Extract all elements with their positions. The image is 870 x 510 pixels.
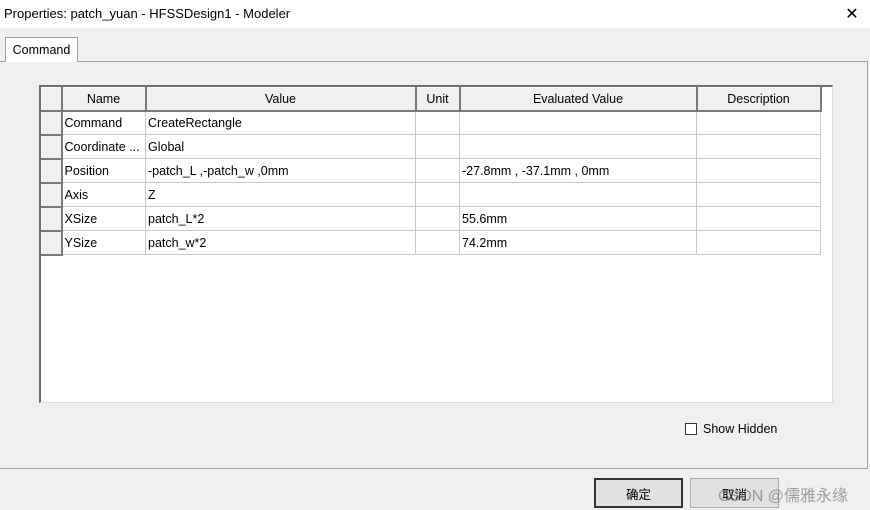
cell-value[interactable]: CreateRectangle: [145, 110, 416, 135]
cell-unit[interactable]: [415, 230, 460, 255]
cell-evaluated: -27.8mm , -37.1mm , 0mm: [459, 158, 697, 183]
show-hidden-checkbox[interactable]: [685, 423, 697, 435]
cell-name: YSize: [61, 230, 146, 255]
cell-value[interactable]: patch_w*2: [145, 230, 416, 255]
close-icon[interactable]: ✕: [834, 0, 870, 28]
cell-value[interactable]: Z: [145, 182, 416, 207]
cell-evaluated: 74.2mm: [459, 230, 697, 255]
properties-table: Name Value Unit Evaluated Value Descript…: [41, 87, 822, 256]
column-header-description[interactable]: Description: [696, 87, 822, 112]
table-row[interactable]: Coordinate ... Global: [41, 134, 821, 160]
column-header-value[interactable]: Value: [145, 87, 417, 112]
column-header-name[interactable]: Name: [61, 87, 147, 112]
cell-description[interactable]: [696, 230, 821, 255]
row-header[interactable]: [41, 182, 63, 208]
cell-description[interactable]: [696, 158, 821, 183]
cell-description[interactable]: [696, 134, 821, 159]
cell-name: Axis: [61, 182, 146, 207]
row-header[interactable]: [41, 158, 63, 184]
cell-value[interactable]: Global: [145, 134, 416, 159]
cell-name: Command: [61, 110, 146, 135]
cell-unit[interactable]: [415, 158, 460, 183]
table-row[interactable]: Position -patch_L ,-patch_w ,0mm -27.8mm…: [41, 158, 821, 184]
row-header[interactable]: [41, 206, 63, 232]
cell-description[interactable]: [696, 110, 821, 135]
cell-description[interactable]: [696, 206, 821, 231]
cell-evaluated: [459, 182, 697, 207]
corner-cell: [41, 87, 63, 112]
row-header[interactable]: [41, 110, 63, 136]
cell-unit[interactable]: [415, 134, 460, 159]
row-header[interactable]: [41, 230, 63, 256]
cell-name: Coordinate ...: [61, 134, 146, 159]
title-bar: Properties: patch_yuan - HFSSDesign1 - M…: [0, 0, 870, 28]
show-hidden-label: Show Hidden: [703, 422, 778, 436]
cell-unit[interactable]: [415, 206, 460, 231]
grid-header-row: Name Value Unit Evaluated Value Descript…: [41, 87, 822, 112]
cell-name: Position: [61, 158, 146, 183]
table-row[interactable]: XSize patch_L*2 55.6mm: [41, 206, 821, 232]
table-row[interactable]: Axis Z: [41, 182, 821, 208]
cell-name: XSize: [61, 206, 146, 231]
column-header-unit[interactable]: Unit: [415, 87, 461, 112]
cell-unit[interactable]: [415, 110, 460, 135]
row-header[interactable]: [41, 134, 63, 160]
table-row[interactable]: YSize patch_w*2 74.2mm: [41, 230, 821, 256]
column-header-evaluated-value[interactable]: Evaluated Value: [459, 87, 698, 112]
cell-unit[interactable]: [415, 182, 460, 207]
cell-evaluated: [459, 110, 697, 135]
properties-grid: Name Value Unit Evaluated Value Descript…: [39, 85, 833, 403]
cell-value[interactable]: patch_L*2: [145, 206, 416, 231]
cell-value[interactable]: -patch_L ,-patch_w ,0mm: [145, 158, 416, 183]
cell-evaluated: [459, 134, 697, 159]
cell-description[interactable]: [696, 182, 821, 207]
tab-command[interactable]: Command: [5, 37, 78, 62]
window-title: Properties: patch_yuan - HFSSDesign1 - M…: [4, 6, 291, 21]
show-hidden-toggle[interactable]: Show Hidden: [685, 422, 777, 436]
table-row[interactable]: Command CreateRectangle: [41, 110, 821, 136]
cancel-button[interactable]: 取消: [690, 478, 779, 508]
cell-evaluated: 55.6mm: [459, 206, 697, 231]
ok-button[interactable]: 确定: [594, 478, 683, 508]
